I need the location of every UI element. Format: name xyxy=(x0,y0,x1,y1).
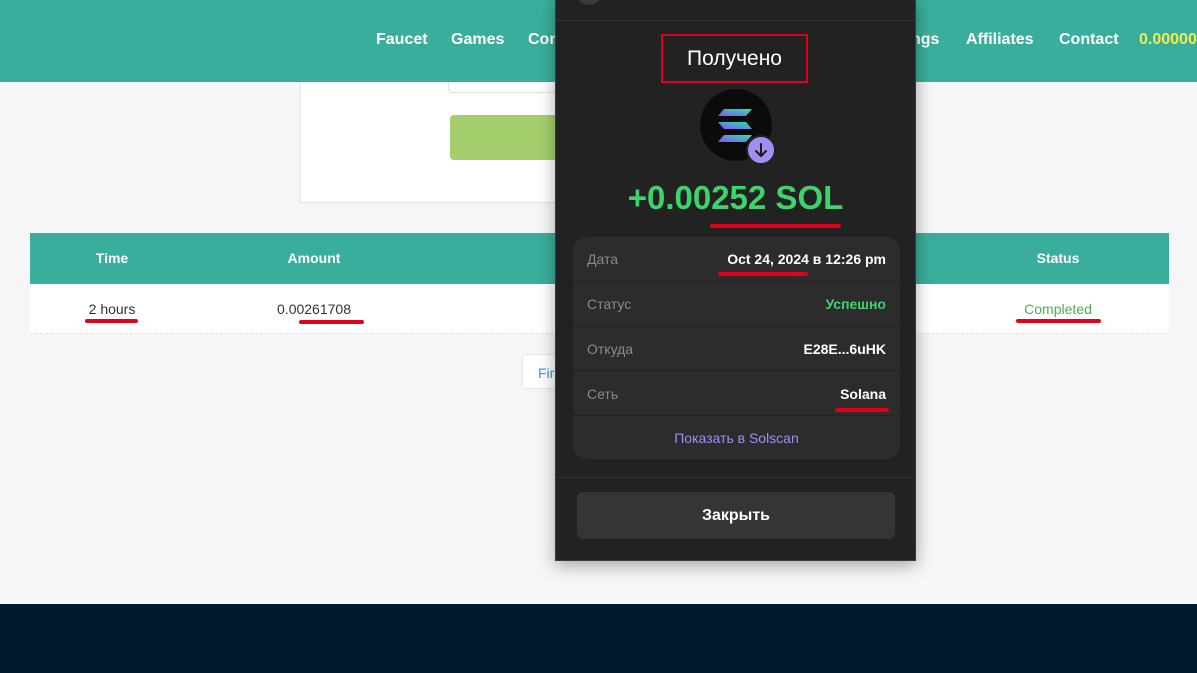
highlight-underline-network xyxy=(835,408,889,412)
header-status: Status xyxy=(1036,250,1080,266)
nav-games[interactable]: Games xyxy=(451,31,504,49)
nav-affiliates[interactable]: Affiliates xyxy=(966,31,1034,49)
popup-divider-bottom xyxy=(556,477,915,478)
cell-status: Completed xyxy=(1024,301,1092,317)
highlight-underline-time xyxy=(85,319,138,323)
highlight-underline-date xyxy=(718,272,808,276)
footer xyxy=(0,604,1197,673)
from-label: Откуда xyxy=(587,341,634,357)
wallet-popup: Получено +0.00252 SOL Дата Oct 24, 2024 … xyxy=(555,0,916,561)
detail-row-status: Статус Успешно xyxy=(573,282,900,327)
header-amount: Amount xyxy=(287,250,341,266)
date-label: Дата xyxy=(587,251,619,267)
pager-first-label: Fir xyxy=(538,365,555,381)
claim-input[interactable] xyxy=(448,82,570,93)
network-label: Сеть xyxy=(587,386,619,402)
cell-amount: 0.00261708 xyxy=(277,301,351,317)
solscan-link[interactable]: Показать в Solscan xyxy=(573,430,900,446)
claim-button[interactable] xyxy=(450,115,570,160)
date-value: Oct 24, 2024 в 12:26 pm xyxy=(727,251,886,267)
highlight-underline-amount xyxy=(299,320,364,324)
nav-balance[interactable]: 0.00000 xyxy=(1139,31,1197,49)
status-value: Успешно xyxy=(825,296,886,312)
close-button[interactable]: Закрыть xyxy=(577,492,895,539)
highlight-underline-amount-sol xyxy=(710,224,841,228)
from-value[interactable]: E28E...6uHK xyxy=(804,341,886,357)
popup-title: Получено xyxy=(687,47,782,70)
network-value: Solana xyxy=(840,386,886,402)
title-highlight-box: Получено xyxy=(661,34,808,83)
status-label: Статус xyxy=(587,296,632,312)
header-time: Time xyxy=(95,250,129,266)
cell-time: 2 hours xyxy=(88,301,136,317)
popup-divider-top xyxy=(556,20,915,21)
nav-faucet[interactable]: Faucet xyxy=(376,31,428,49)
transaction-details: Дата Oct 24, 2024 в 12:26 pm Статус Успе… xyxy=(573,237,900,459)
nav-contact[interactable]: Contact xyxy=(1059,31,1119,49)
received-amount: +0.00252 SOL xyxy=(627,179,844,216)
arrow-down-icon xyxy=(746,135,776,165)
popup-handle[interactable] xyxy=(576,0,602,5)
detail-row-from: Откуда E28E...6uHK xyxy=(573,327,900,371)
highlight-underline-status xyxy=(1016,319,1101,323)
